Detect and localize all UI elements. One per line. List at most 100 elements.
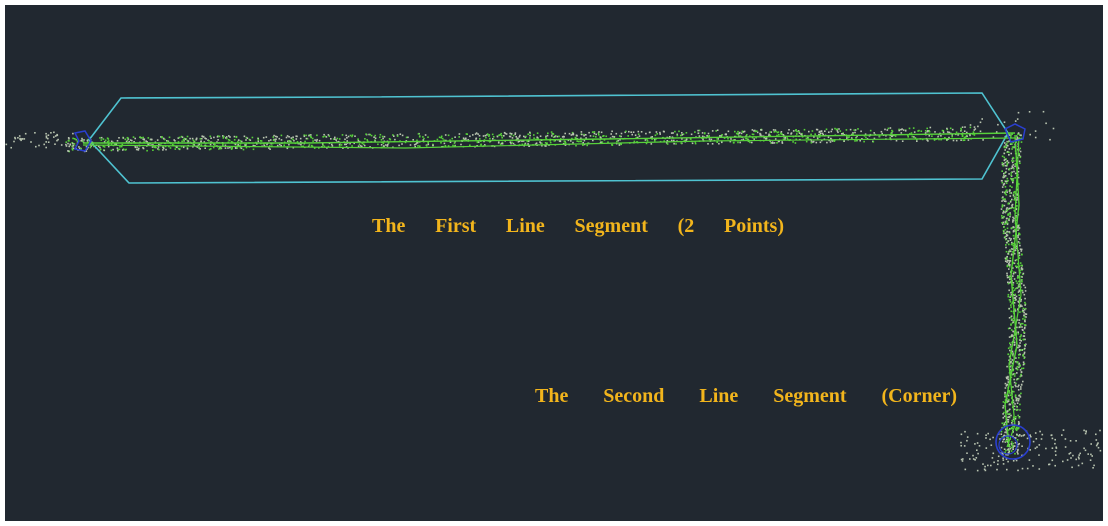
point-cloud-dot — [1008, 243, 1010, 246]
point-cloud-dot — [1003, 152, 1005, 155]
point-cloud-dot — [989, 438, 991, 441]
cad-viewport[interactable]: The First Line Segment (2 Points) The Se… — [5, 5, 1103, 521]
point-cloud-dot — [1008, 307, 1011, 310]
point-cloud-dot — [1054, 450, 1057, 453]
point-cloud-dot — [702, 138, 704, 141]
point-cloud-dot — [236, 147, 238, 149]
point-cloud-dot — [545, 145, 547, 147]
point-cloud-dot — [1012, 219, 1015, 222]
point-cloud-dot — [666, 143, 669, 145]
point-cloud-dot — [422, 136, 424, 138]
point-cloud-dot — [580, 131, 583, 133]
point-cloud-dot — [631, 133, 633, 136]
point-cloud-dot — [401, 134, 404, 137]
point-cloud-dot — [374, 137, 377, 139]
point-cloud-dot — [960, 139, 962, 141]
point-cloud-dot — [527, 143, 529, 145]
point-cloud-dot — [659, 131, 661, 134]
point-cloud-dot — [65, 145, 68, 147]
point-cloud-dot — [1022, 318, 1024, 320]
point-cloud-dot — [458, 133, 461, 135]
point-cloud-dot — [1006, 468, 1008, 471]
point-cloud-dot — [1016, 408, 1018, 411]
point-cloud-dot — [1054, 438, 1056, 441]
point-cloud-dot — [1087, 453, 1089, 455]
point-cloud-dot — [1018, 416, 1021, 419]
point-cloud-dot — [86, 139, 89, 142]
point-cloud-dot — [1023, 324, 1026, 326]
point-cloud-dot — [1010, 335, 1013, 337]
point-cloud-dot — [427, 143, 430, 146]
point-cloud-dot — [969, 134, 971, 137]
point-cloud-dot — [955, 131, 958, 134]
point-cloud-dot — [99, 146, 101, 149]
point-cloud-dot — [926, 130, 929, 133]
point-cloud-dot — [409, 144, 412, 146]
point-cloud-dot — [1051, 437, 1054, 440]
point-cloud-dot — [1001, 422, 1004, 425]
point-cloud-dot — [205, 138, 207, 140]
point-cloud-dot — [997, 455, 1000, 458]
point-cloud-dot — [536, 132, 539, 134]
point-cloud-dot — [1018, 443, 1020, 445]
point-cloud-dot — [396, 135, 399, 137]
point-cloud-dot — [425, 144, 428, 147]
point-cloud-dot — [315, 140, 318, 142]
point-cloud-dot — [1017, 453, 1019, 455]
point-cloud-dot — [1007, 202, 1010, 204]
point-cloud-dot — [711, 130, 714, 132]
point-cloud-dot — [462, 137, 465, 139]
point-cloud-dot — [1020, 371, 1023, 373]
point-cloud-dot — [417, 145, 419, 147]
point-cloud-dot — [764, 137, 767, 140]
point-cloud-dot — [570, 140, 572, 142]
point-cloud-dot — [1014, 452, 1016, 455]
point-cloud-dot — [725, 133, 727, 136]
point-cloud-dot — [529, 131, 531, 134]
point-cloud-dot — [1007, 413, 1009, 415]
point-cloud-dot — [224, 147, 227, 149]
point-cloud-dot — [996, 468, 998, 471]
point-cloud-dot — [1011, 253, 1013, 256]
point-cloud-dot — [517, 137, 519, 140]
point-cloud-dot — [1021, 305, 1023, 307]
point-cloud-dot — [558, 135, 560, 138]
point-cloud-dot — [24, 132, 27, 135]
point-cloud-dot — [1011, 427, 1014, 430]
point-cloud-dot — [1048, 463, 1050, 466]
point-cloud-dot — [174, 148, 177, 150]
point-cloud-dot — [1014, 259, 1017, 262]
point-cloud-drawing[interactable] — [5, 5, 1103, 521]
point-cloud-dot — [344, 138, 346, 141]
point-cloud-dot — [1012, 448, 1014, 450]
point-cloud-dot — [656, 133, 658, 135]
point-cloud-dot — [529, 137, 531, 139]
point-cloud-dot — [1018, 356, 1020, 359]
point-cloud-dot — [975, 457, 978, 459]
point-cloud-dot — [399, 133, 402, 135]
point-cloud-dot — [1011, 422, 1013, 424]
point-cloud-dot — [525, 135, 527, 138]
point-cloud-dot — [227, 147, 229, 149]
point-cloud-dot — [489, 137, 491, 140]
point-cloud-dot — [759, 134, 762, 136]
point-cloud-dot — [707, 143, 709, 145]
point-cloud-dot — [1001, 181, 1004, 184]
point-cloud-dot — [838, 128, 840, 130]
point-cloud-dot — [794, 142, 797, 144]
point-cloud-dot — [222, 137, 225, 139]
point-cloud-dot — [806, 137, 809, 140]
point-cloud-dot — [527, 133, 529, 136]
point-cloud-dot — [363, 143, 365, 146]
point-cloud-dot — [618, 144, 621, 146]
point-cloud-dot — [730, 138, 732, 140]
point-cloud-dot — [496, 135, 499, 138]
point-cloud-dot — [1024, 345, 1026, 347]
point-cloud-dot — [1090, 443, 1092, 445]
point-cloud-dot — [338, 144, 341, 147]
point-cloud-dot — [1012, 230, 1015, 233]
point-cloud-dot — [45, 132, 47, 135]
point-cloud-dot — [1006, 189, 1008, 191]
point-cloud-dot — [344, 143, 346, 146]
point-cloud-dot — [1007, 460, 1009, 463]
